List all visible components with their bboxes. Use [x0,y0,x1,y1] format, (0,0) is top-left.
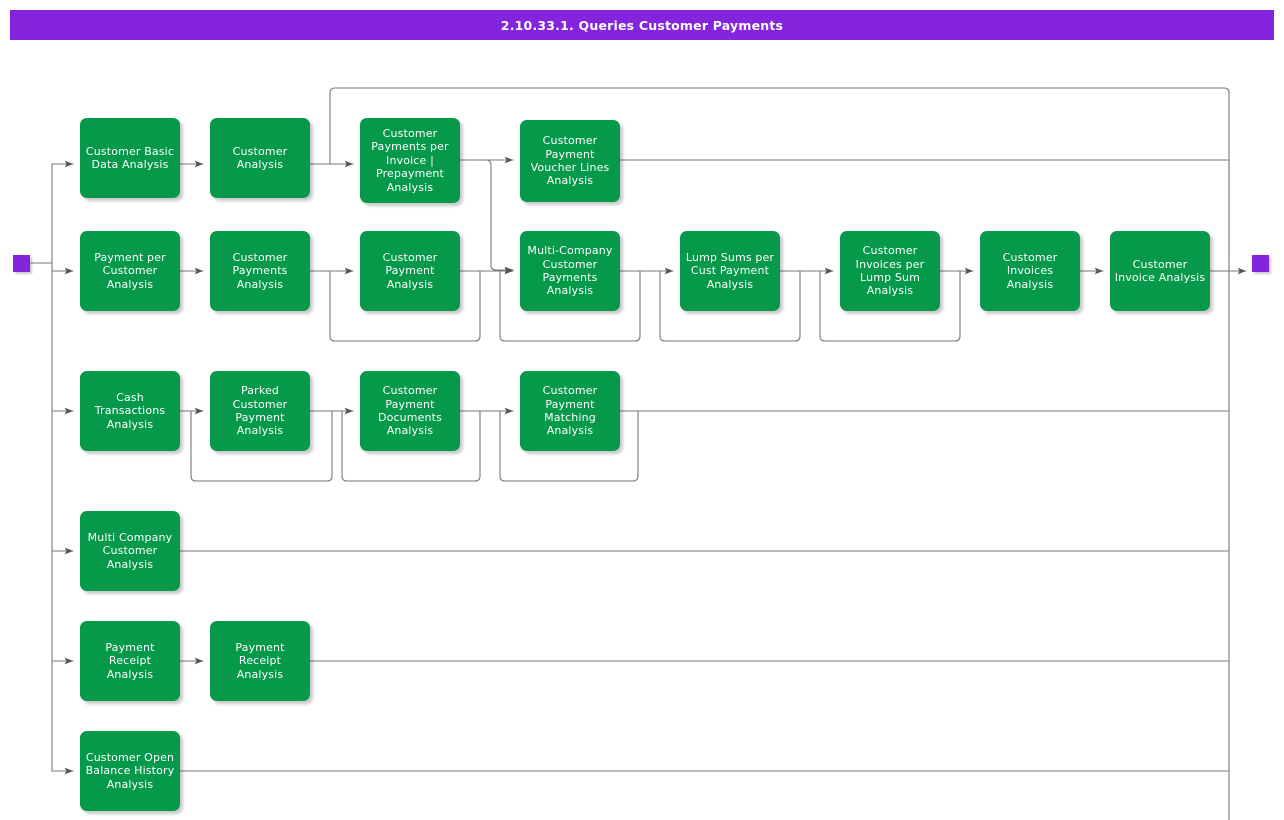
node-cash-transactions-analysis[interactable]: Cash Transactions Analysis [80,371,180,451]
node-customer-payment-analysis[interactable]: Customer Payment Analysis [360,231,460,311]
node-customer-payments-analysis[interactable]: Customer Payments Analysis [210,231,310,311]
node-label: Customer Analysis [232,144,288,171]
node-multi-company-customer-payments-analysis[interactable]: Multi-Company Customer Payments Analysis [520,231,620,311]
node-customer-payment-matching-analysis[interactable]: Customer Payment Matching Analysis [520,371,620,451]
node-label: Payment Receipt Analysis [235,640,285,681]
node-label: Customer Payment Matching Analysis [542,384,598,438]
node-parked-customer-payment-analysis[interactable]: Parked Customer Payment Analysis [210,371,310,451]
node-label: Customer Payment Analysis [382,250,438,291]
node-label: Lump Sums per Cust Payment Analysis [685,250,775,291]
node-payment-per-customer-analysis[interactable]: Payment per Customer Analysis [80,231,180,311]
node-label: Customer Payments per Invoice | Prepayme… [371,126,449,194]
node-payment-receipt-analysis-1[interactable]: Payment Receipt Analysis [80,621,180,701]
node-label: Customer Payment Documents Analysis [377,384,443,438]
connector-layer [30,87,1247,820]
node-customer-payments-per-invoice-prepayment-analysis[interactable]: Customer Payments per Invoice | Prepayme… [360,118,460,203]
node-customer-invoices-analysis[interactable]: Customer Invoices Analysis [980,231,1080,311]
node-lump-sums-per-cust-payment-analysis[interactable]: Lump Sums per Cust Payment Analysis [680,231,780,311]
node-label: Payment Receipt Analysis [105,640,155,681]
node-customer-invoice-analysis[interactable]: Customer Invoice Analysis [1110,231,1210,311]
edge-payments-per-invoice-to-multi-company [459,159,514,274]
start-marker [13,255,30,272]
node-customer-payment-voucher-lines-analysis[interactable]: Customer Payment Voucher Lines Analysis [520,120,620,202]
node-label: Customer Open Balance History Analysis [85,750,175,791]
node-customer-basic-data-analysis[interactable]: Customer Basic Data Analysis [80,118,180,198]
node-label: Customer Payment Voucher Lines Analysis [530,134,610,188]
end-marker [1252,255,1269,272]
node-label: Customer Invoice Analysis [1114,257,1206,284]
node-multi-company-customer-analysis[interactable]: Multi Company Customer Analysis [80,511,180,591]
node-customer-open-balance-history-analysis[interactable]: Customer Open Balance History Analysis [80,731,180,811]
node-label: Customer Payments Analysis [232,250,288,291]
node-customer-analysis[interactable]: Customer Analysis [210,118,310,198]
node-label: Customer Invoices per Lump Sum Analysis [855,244,925,298]
node-label: Multi Company Customer Analysis [87,530,173,571]
node-label: Cash Transactions Analysis [94,390,166,431]
node-customer-payment-documents-analysis[interactable]: Customer Payment Documents Analysis [360,371,460,451]
node-label: Multi-Company Customer Payments Analysis [527,244,613,298]
node-label: Customer Invoices Analysis [1002,250,1058,291]
node-payment-receipt-analysis-2[interactable]: Payment Receipt Analysis [210,621,310,701]
diagram-page: 2.10.33.1. Queries Customer Payments Cus… [0,0,1284,820]
node-label: Customer Basic Data Analysis [85,144,175,171]
edge-top-return-rail [329,87,1230,257]
node-label: Payment per Customer Analysis [94,250,166,291]
node-customer-invoices-per-lump-sum-analysis[interactable]: Customer Invoices per Lump Sum Analysis [840,231,940,311]
node-label: Parked Customer Payment Analysis [232,384,288,438]
